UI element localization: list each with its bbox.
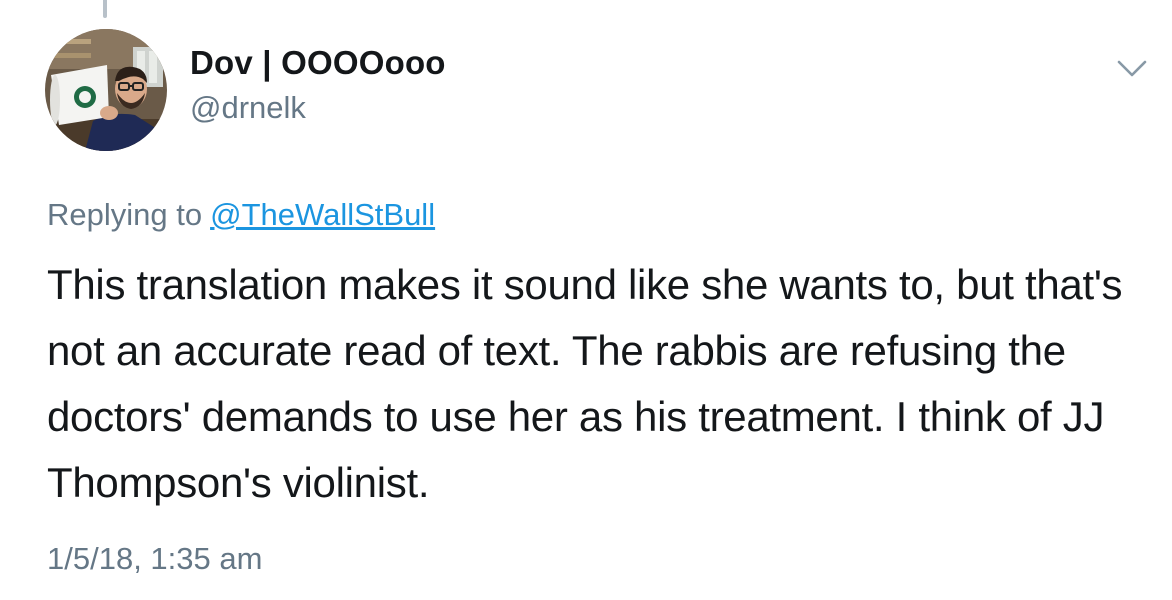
author-handle[interactable]: @drnelk (190, 90, 306, 126)
author-display-name[interactable]: Dov | OOOOooo (190, 44, 446, 82)
avatar-photo (45, 29, 167, 151)
tweet-menu-button[interactable] (1116, 54, 1148, 82)
thread-connector-line (103, 0, 107, 18)
tweet-timestamp[interactable]: 1/5/18, 1:35 am (47, 541, 262, 577)
chevron-down-icon (1117, 60, 1147, 77)
replying-to-mention-link[interactable]: @TheWallStBull (210, 197, 435, 232)
tweet-text: This translation makes it sound like she… (47, 261, 1123, 506)
replying-to-line: Replying to @TheWallStBull (47, 197, 435, 233)
avatar[interactable] (45, 29, 167, 151)
replying-to-label: Replying to (47, 197, 203, 232)
